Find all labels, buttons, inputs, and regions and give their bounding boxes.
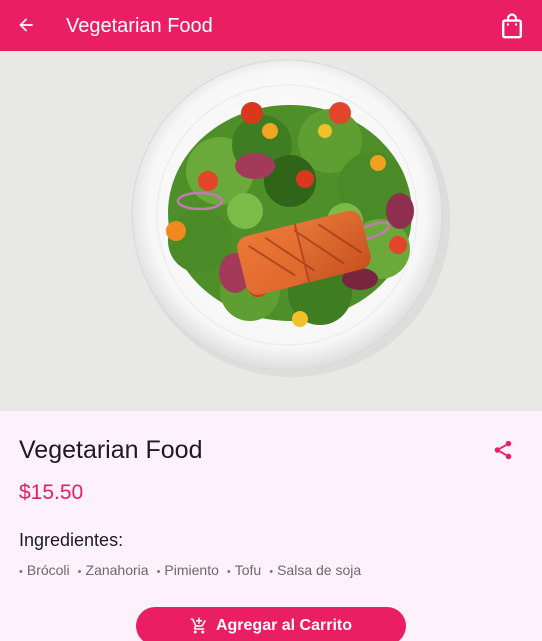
product-image [0, 51, 542, 411]
add-to-cart-label: Agregar al Carrito [215, 617, 353, 634]
ingredients-list: Brócoli Zanahoria Pimiento Tofu Salsa de… [19, 561, 361, 581]
ingredient-chip: Pimiento [157, 561, 218, 581]
ingredient-chip: Zanahoria [78, 561, 149, 581]
add-shopping-cart-icon [190, 617, 206, 634]
ingredient-chip: Brócoli [19, 561, 70, 581]
product-title: Vegetarian Food [19, 436, 203, 464]
app-screen: Vegetarian Food Vegetarian Food $15.50 I… [0, 0, 542, 641]
add-to-cart-button[interactable]: Agregar al Carrito [136, 607, 406, 641]
ingredient-chip: Tofu [227, 561, 261, 581]
app-bar: Vegetarian Food [0, 0, 542, 51]
salmon-salad-plate-illustration [131, 59, 450, 377]
cart-button[interactable] [498, 11, 526, 41]
back-button[interactable] [10, 9, 42, 41]
page-title: Vegetarian Food [66, 15, 213, 37]
shopping-bag-icon [502, 13, 523, 39]
ingredients-heading: Ingredientes: [19, 530, 124, 550]
product-price: $15.50 [19, 481, 84, 504]
ingredient-chip: Salsa de soja [269, 561, 361, 581]
share-icon [494, 440, 512, 460]
share-button[interactable] [490, 437, 516, 463]
product-details: Vegetarian Food $15.50 Ingredientes: Bró… [0, 411, 542, 641]
arrow-left-icon [19, 18, 33, 32]
